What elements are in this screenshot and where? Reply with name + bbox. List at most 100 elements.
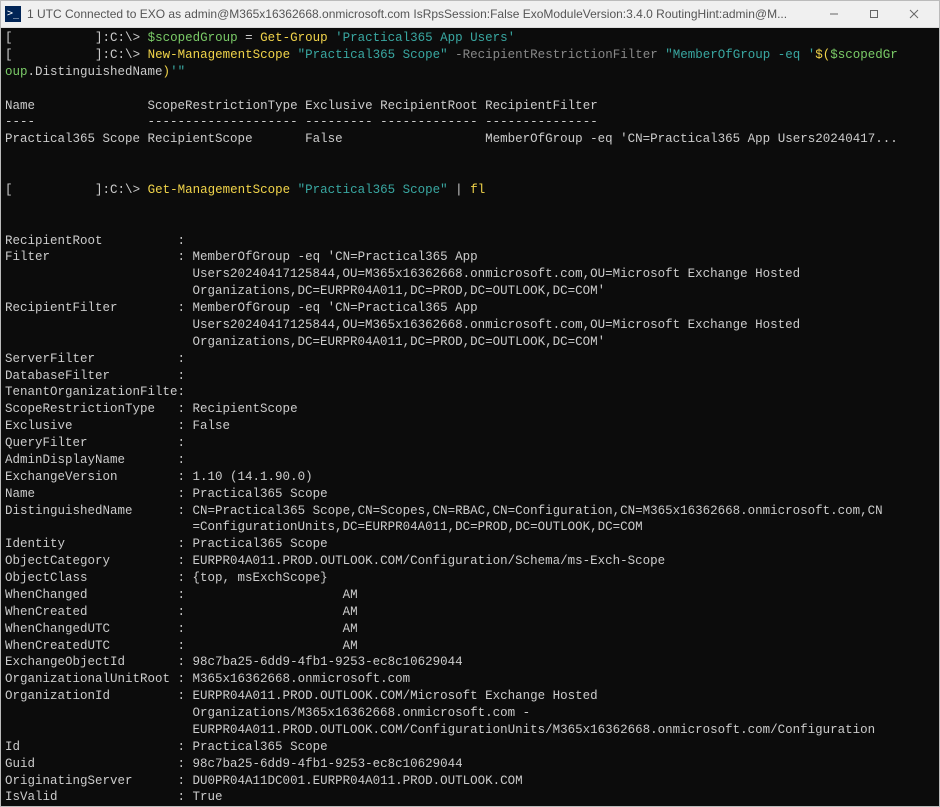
kv-separator: : — [178, 470, 193, 484]
kv-value: 1.10 (14.1.90.0) — [193, 470, 313, 484]
kv-value: DU0PR04A11DC001.EURPR04A011.PROD.OUTLOOK… — [193, 774, 523, 788]
window-frame: >_ 1 UTC Connected to EXO as admin@M365x… — [0, 0, 940, 807]
kv-separator: : — [178, 622, 193, 636]
kv-separator: : — [178, 757, 193, 771]
kv-separator: : — [178, 369, 193, 383]
kv-row: WhenChanged : AM — [5, 587, 935, 604]
kv-label: OrganizationId — [5, 689, 178, 703]
kv-row: Users20240417125844,OU=M365x16362668.onm… — [5, 317, 935, 334]
kv-separator: : — [178, 655, 193, 669]
terminal-output[interactable]: [ ]:C:\> $scopedGroup = Get-Group 'Pract… — [1, 28, 939, 806]
kv-row: AdminDisplayName : — [5, 452, 935, 469]
kv-label: Identity — [5, 537, 178, 551]
prompt-line-2: [ ]:C:\> New-ManagementScope "Practical3… — [5, 47, 935, 64]
cmdlet-get-group: Get-Group — [260, 31, 328, 45]
kv-row: ObjectCategory : EURPR04A011.PROD.OUTLOO… — [5, 553, 935, 570]
kv-label: OriginatingServer — [5, 774, 178, 788]
string-literal: 'Practical365 App Users' — [335, 31, 515, 45]
kv-label: ScopeRestrictionType — [5, 402, 178, 416]
kv-value: True — [193, 790, 223, 804]
kv-value: MemberOfGroup -eq 'CN=Practical365 App — [193, 301, 478, 315]
close-button[interactable] — [895, 3, 933, 25]
kv-value: AM — [193, 639, 358, 653]
kv-separator: : — [178, 419, 193, 433]
kv-separator: : — [178, 689, 193, 703]
kv-label: Exclusive — [5, 419, 178, 433]
maximize-icon — [869, 9, 879, 19]
kv-value: EURPR04A011.PROD.OUTLOOK.COM/Microsoft E… — [193, 689, 598, 703]
kv-row: RecipientRoot : — [5, 233, 935, 250]
kv-value: RecipientScope — [193, 402, 298, 416]
kv-value: CN=Practical365 Scope,CN=Scopes,CN=RBAC,… — [193, 504, 883, 518]
variable: $scopedGroup — [148, 31, 238, 45]
titlebar[interactable]: >_ 1 UTC Connected to EXO as admin@M365x… — [1, 1, 939, 28]
kv-label: ObjectClass — [5, 571, 178, 585]
kv-separator: : — [178, 554, 193, 568]
kv-row: DistinguishedName : CN=Practical365 Scop… — [5, 503, 935, 520]
kv-row: Organizations/M365x16362668.onmicrosoft.… — [5, 705, 935, 722]
maximize-button[interactable] — [855, 3, 893, 25]
kv-value: AM — [193, 622, 358, 636]
kv-value: Practical365 Scope — [193, 740, 328, 754]
kv-label: QueryFilter — [5, 436, 178, 450]
kv-value: EURPR04A011.PROD.OUTLOOK.COM/Configurati… — [193, 554, 666, 568]
kv-row: IsValid : True — [5, 789, 935, 806]
kv-separator: : — [178, 385, 193, 399]
prompt-line-3: [ ]:C:\> Get-ManagementScope "Practical3… — [5, 182, 935, 199]
table-row: Practical365 Scope RecipientScope False … — [5, 131, 935, 148]
kv-row: RecipientFilter : MemberOfGroup -eq 'CN=… — [5, 300, 935, 317]
kv-separator: : — [178, 301, 193, 315]
kv-value: Practical365 Scope — [193, 487, 328, 501]
kv-row: =ConfigurationUnits,DC=EURPR04A011,DC=PR… — [5, 519, 935, 536]
kv-row: WhenCreatedUTC : AM — [5, 638, 935, 655]
kv-separator: : — [178, 571, 193, 585]
kv-label: Name — [5, 487, 178, 501]
minimize-icon — [829, 9, 839, 19]
kv-value: AM — [193, 588, 358, 602]
close-icon — [909, 9, 919, 19]
kv-value-cont: Organizations/M365x16362668.onmicrosoft.… — [193, 706, 531, 720]
kv-label: WhenCreatedUTC — [5, 639, 178, 653]
kv-value-cont: =ConfigurationUnits,DC=EURPR04A011,DC=PR… — [193, 520, 643, 534]
kv-label: RecipientRoot — [5, 234, 178, 248]
window-controls — [815, 3, 933, 25]
prompt-line-2-cont: oup.DistinguishedName)'" — [5, 64, 935, 81]
kv-value-cont: Organizations,DC=EURPR04A011,DC=PROD,DC=… — [193, 335, 606, 349]
kv-label: ServerFilter — [5, 352, 178, 366]
kv-row: EURPR04A011.PROD.OUTLOOK.COM/Configurati… — [5, 722, 935, 739]
kv-separator: : — [178, 672, 193, 686]
kv-row: WhenChangedUTC : AM — [5, 621, 935, 638]
kv-separator: : — [178, 605, 193, 619]
kv-row: OriginatingServer : DU0PR04A11DC001.EURP… — [5, 773, 935, 790]
kv-separator: : — [178, 234, 193, 248]
kv-row: ExchangeObjectId : 98c7ba25-6dd9-4fb1-92… — [5, 654, 935, 671]
kv-separator: : — [178, 639, 193, 653]
kv-label: ObjectCategory — [5, 554, 178, 568]
cmdlet-get-managementscope: Get-ManagementScope — [148, 183, 291, 197]
kv-label: WhenCreated — [5, 605, 178, 619]
kv-value: M365x16362668.onmicrosoft.com — [193, 672, 411, 686]
kv-label: ExchangeObjectId — [5, 655, 178, 669]
kv-row: ServerFilter : — [5, 351, 935, 368]
kv-separator: : — [178, 790, 193, 804]
kv-row: ObjectClass : {top, msExchScope} — [5, 570, 935, 587]
kv-separator: : — [178, 588, 193, 602]
kv-separator: : — [178, 537, 193, 551]
prompt-line-1: [ ]:C:\> $scopedGroup = Get-Group 'Pract… — [5, 30, 935, 47]
kv-row: Filter : MemberOfGroup -eq 'CN=Practical… — [5, 249, 935, 266]
kv-row: QueryFilter : — [5, 435, 935, 452]
kv-row: OrganizationId : EURPR04A011.PROD.OUTLOO… — [5, 688, 935, 705]
kv-label: Id — [5, 740, 178, 754]
kv-value: False — [193, 419, 231, 433]
kv-row: Organizations,DC=EURPR04A011,DC=PROD,DC=… — [5, 283, 935, 300]
kv-value-cont: EURPR04A011.PROD.OUTLOOK.COM/Configurati… — [193, 723, 876, 737]
kv-row: Guid : 98c7ba25-6dd9-4fb1-9253-ec8c10629… — [5, 756, 935, 773]
kv-value: {top, msExchScope} — [193, 571, 328, 585]
kv-row: Users20240417125844,OU=M365x16362668.onm… — [5, 266, 935, 283]
kv-separator: : — [178, 453, 193, 467]
minimize-button[interactable] — [815, 3, 853, 25]
kv-row: ExchangeVersion : 1.10 (14.1.90.0) — [5, 469, 935, 486]
kv-separator: : — [178, 504, 193, 518]
kv-label: WhenChanged — [5, 588, 178, 602]
kv-label: DistinguishedName — [5, 504, 178, 518]
